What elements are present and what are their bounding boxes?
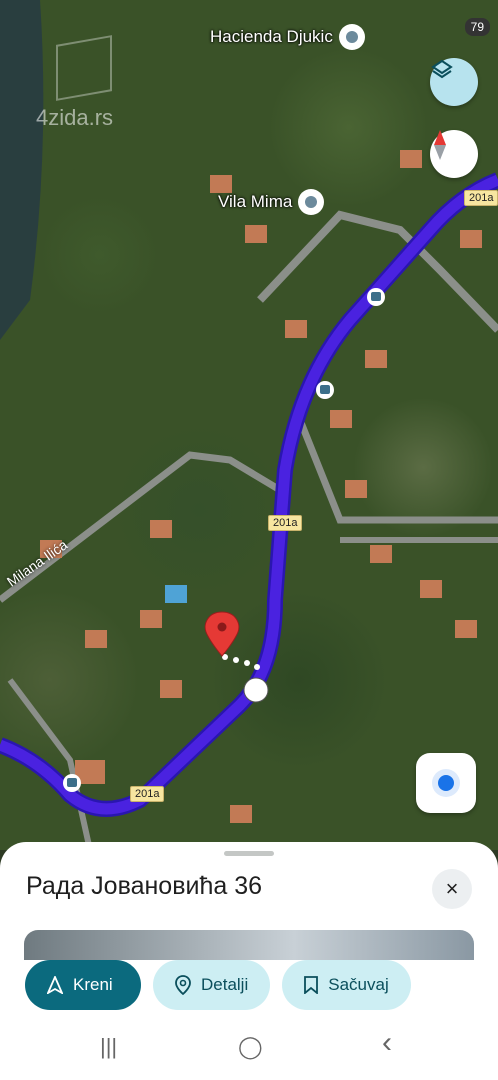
bus-stop-icon[interactable] [316,381,334,399]
route-line [0,174,498,815]
directions-label: Kreni [73,975,113,994]
place-photo[interactable] [24,930,474,960]
my-location-icon [438,775,454,791]
poi-label: Hacienda Djukic [210,27,333,46]
details-label: Detalji [201,975,249,994]
poi-vila-mima[interactable]: Vila Mima [218,189,325,215]
poi-label: Vila Mima [218,192,293,211]
side-road [0,451,282,603]
close-button[interactable]: × [432,869,472,909]
route-outline [0,172,498,817]
close-icon: × [445,876,459,901]
poi-hacienda-djukic[interactable]: Hacienda Djukic [210,24,365,50]
place-pin-icon [338,24,365,50]
pool [165,585,187,603]
walking-dots [222,654,260,670]
bookmark-icon [304,976,319,994]
layers-icon [431,59,453,79]
save-label: Sačuvaj [328,975,389,994]
place-pin-icon [298,189,325,215]
status-badge: 79 [464,18,490,36]
bus-stop-icon[interactable] [63,774,81,792]
destination-marker-icon[interactable] [204,611,240,657]
layers-button[interactable] [430,58,478,106]
home-icon[interactable]: ◯ [238,1034,263,1060]
directions-button[interactable]: Kreni [25,960,141,1010]
place-title: Рада Јовановића 36 [26,872,263,900]
watermark-logo [56,35,112,101]
compass-button[interactable] [430,130,478,178]
navigate-arrow-icon [47,976,63,994]
bus-stop-icon[interactable] [367,288,385,306]
road-shield: 201a [130,786,165,802]
save-button[interactable]: Sačuvaj [282,960,411,1010]
location-pin-icon [175,975,191,995]
recent-apps-icon[interactable]: ||| [100,1034,117,1060]
back-icon[interactable]: ‹ [382,1026,392,1060]
details-button[interactable]: Detalji [153,960,271,1010]
watermark: 4zida.rs [36,105,114,130]
lake [0,0,44,340]
side-road [296,418,498,524]
compass-icon [434,130,446,160]
map-view[interactable]: 4zida.rs Hacienda Djukic Vila Mima 201a … [0,0,498,850]
sheet-drag-handle[interactable] [224,851,274,856]
road-shield: 201a [268,515,303,531]
action-row: Kreni Detalji Sačuvaj [25,960,411,1010]
system-nav-bar: ||| ◯ ‹ [0,1012,498,1080]
road-shield: 201a [464,190,498,206]
route-endpoint[interactable] [243,677,269,703]
my-location-button[interactable] [416,753,476,813]
